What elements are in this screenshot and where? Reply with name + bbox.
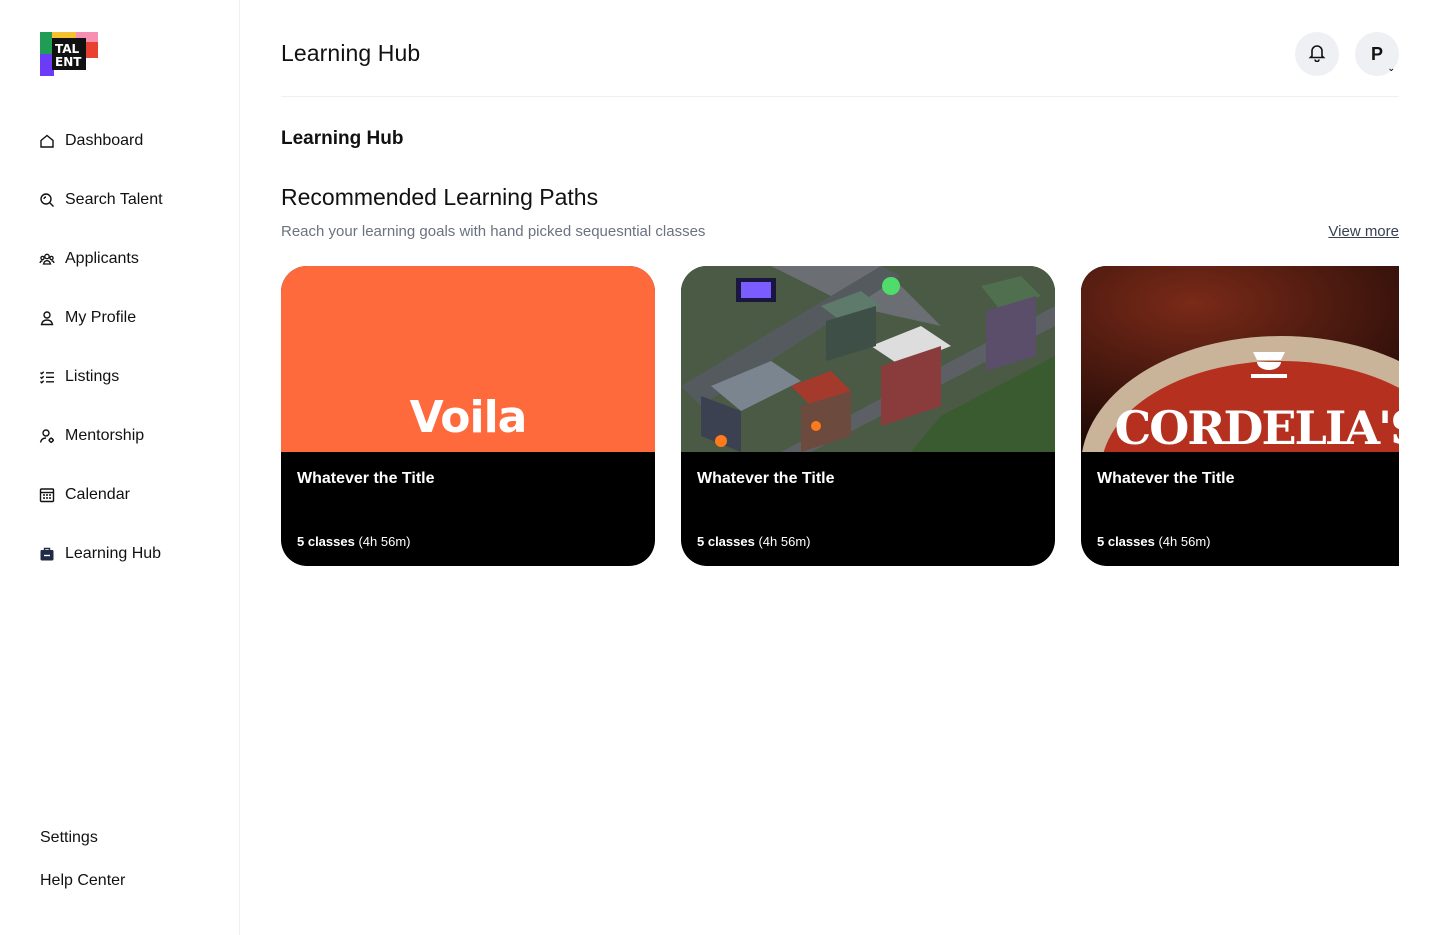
header-title: Learning Hub	[281, 40, 421, 66]
sidebar-item-label: Listings	[65, 368, 120, 385]
briefcase-icon	[38, 545, 56, 563]
view-more-link[interactable]: View more	[1328, 223, 1399, 240]
learning-path-carousel: Voila Whatever the Title 5 classes (4h 5…	[281, 266, 1399, 566]
chevron-down-icon: ⌄	[1387, 63, 1395, 73]
sidebar-item-label: Calendar	[65, 486, 130, 503]
talent-logo[interactable]: TAL ENT	[40, 32, 98, 76]
sidebar-item-label: Dashboard	[65, 132, 144, 149]
user-icon	[38, 309, 56, 327]
card-duration: (4h 56m)	[358, 534, 411, 549]
card-class-count: 5 classes	[697, 534, 755, 549]
notifications-button[interactable]	[1295, 32, 1339, 76]
card-duration: (4h 56m)	[758, 534, 811, 549]
users-icon	[38, 250, 56, 268]
help-center-link[interactable]: Help Center	[40, 869, 125, 893]
card-duration: (4h 56m)	[1158, 534, 1211, 549]
card-meta: 5 classes (4h 56m)	[697, 534, 811, 549]
sidebar-item-label: Search Talent	[65, 191, 163, 208]
calendar-icon	[38, 486, 56, 504]
card-class-count: 5 classes	[1097, 534, 1155, 549]
sidebar-item-applicants[interactable]: Applicants	[38, 240, 228, 278]
card-title: Whatever the Title	[697, 470, 835, 487]
card-image-voila: Voila	[281, 266, 655, 452]
learning-path-card[interactable]: Voila Whatever the Title 5 classes (4h 5…	[281, 266, 655, 566]
section-title: Recommended Learning Paths	[281, 184, 599, 210]
sidebar-item-calendar[interactable]: Calendar	[38, 476, 228, 514]
logo-text-line1: TAL	[55, 42, 80, 56]
sidebar-item-learning-hub[interactable]: Learning Hub	[38, 535, 228, 573]
top-header: Learning Hub P ⌄	[281, 0, 1399, 97]
cordelias-logo-text: CORDELIA'S	[1115, 401, 1399, 452]
learning-path-card[interactable]: Whatever the Title 5 classes (4h 56m)	[681, 266, 1055, 566]
card-image-isometric-city	[681, 266, 1055, 452]
sidebar-item-label: Applicants	[65, 250, 139, 267]
sidebar-item-dashboard[interactable]: Dashboard	[38, 122, 228, 160]
search-icon	[38, 191, 56, 209]
bell-icon	[1307, 42, 1327, 67]
sidebar-item-label: Learning Hub	[65, 545, 162, 562]
sidebar-item-mentorship[interactable]: Mentorship	[38, 417, 228, 455]
sidebar-item-label: My Profile	[65, 309, 137, 326]
section-subtitle: Reach your learning goals with hand pick…	[281, 223, 706, 240]
page-title: Learning Hub	[281, 128, 404, 149]
logo-text-line2: ENT	[55, 55, 82, 69]
card-title: Whatever the Title	[297, 470, 435, 487]
home-icon	[38, 132, 56, 150]
voila-logo-text: Voila	[410, 392, 527, 443]
user-avatar-button[interactable]: P ⌄	[1355, 32, 1399, 76]
avatar-initial: P	[1370, 43, 1383, 64]
sidebar-item-listings[interactable]: Listings	[38, 358, 228, 396]
settings-link[interactable]: Settings	[40, 826, 125, 850]
learning-path-card[interactable]: CORDELIA'S Whatever the Title 5 classes …	[1081, 266, 1399, 566]
card-image-cordelias: CORDELIA'S	[1081, 266, 1399, 452]
sidebar-nav: Dashboard Search Talent Applicants My Pr…	[38, 122, 228, 594]
card-class-count: 5 classes	[297, 534, 355, 549]
card-title: Whatever the Title	[1097, 470, 1235, 487]
card-meta: 5 classes (4h 56m)	[1097, 534, 1211, 549]
sidebar: TAL ENT Dashboard Search Talent Applican…	[0, 0, 240, 935]
card-meta: 5 classes (4h 56m)	[297, 534, 411, 549]
sidebar-item-search-talent[interactable]: Search Talent	[38, 181, 228, 219]
sidebar-item-label: Mentorship	[65, 427, 145, 444]
list-icon	[38, 368, 56, 386]
sidebar-bottom-links: Settings Help Center	[40, 826, 125, 912]
user-settings-icon	[38, 427, 56, 445]
sidebar-item-my-profile[interactable]: My Profile	[38, 299, 228, 337]
